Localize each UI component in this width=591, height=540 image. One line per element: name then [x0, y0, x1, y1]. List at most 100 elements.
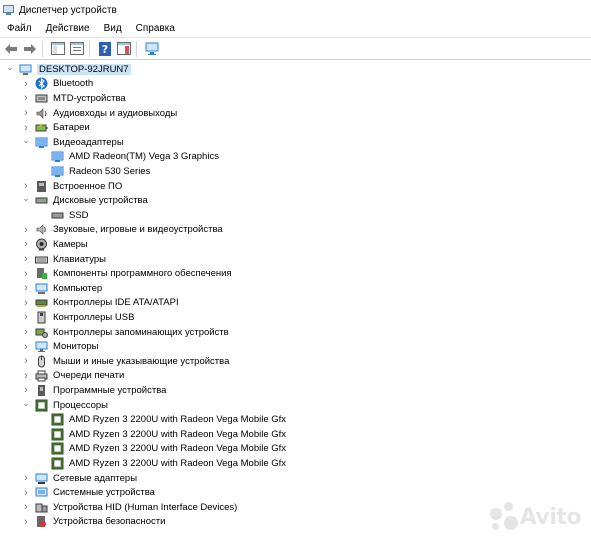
battery-icon: [35, 121, 48, 134]
chevron-right-icon[interactable]: ›: [22, 78, 30, 90]
chevron-right-icon[interactable]: ›: [22, 311, 30, 323]
chevron-down-icon[interactable]: ⌄: [6, 62, 14, 72]
back-button[interactable]: [3, 41, 19, 57]
tree-category-node[interactable]: ⌄ Процессоры: [22, 398, 108, 413]
tree-category-node[interactable]: › Компоненты программного обеспечения: [22, 266, 232, 281]
chevron-down-icon[interactable]: ⌄: [22, 398, 30, 408]
tree-category-node[interactable]: › Звуковые, игровые и видеоустройства: [22, 223, 223, 238]
toolbar-separator: [42, 40, 43, 57]
menu-help[interactable]: Справка: [129, 20, 182, 37]
tree-node-label: Компоненты программного обеспечения: [53, 268, 232, 280]
chevron-right-icon[interactable]: ›: [22, 180, 30, 192]
tree-category-node[interactable]: › Клавиатуры: [22, 252, 106, 267]
tree-node-label: Очереди печати: [53, 370, 125, 382]
tree-category-node[interactable]: › Мониторы: [22, 339, 98, 354]
tree-device-node[interactable]: AMD Radeon(TM) Vega 3 Graphics: [38, 150, 219, 165]
tree-device-node[interactable]: AMD Ryzen 3 2200U with Radeon Vega Mobil…: [38, 412, 286, 427]
tree-device-node[interactable]: AMD Ryzen 3 2200U with Radeon Vega Mobil…: [38, 442, 286, 457]
action-pane-button[interactable]: [116, 41, 132, 57]
monitor-icon: [35, 340, 48, 353]
storage-controller-icon: [35, 326, 48, 339]
chevron-right-icon[interactable]: ›: [22, 370, 30, 382]
tree-node-label: Камеры: [53, 238, 88, 250]
chevron-right-icon[interactable]: ›: [22, 487, 30, 499]
properties-button[interactable]: [69, 41, 85, 57]
security-device-icon: [35, 515, 48, 528]
tree-category-node[interactable]: › Контроллеры USB: [22, 310, 134, 325]
keyboard-icon: [35, 253, 48, 266]
tree-node-label: Контроллеры IDE ATA/ATAPI: [53, 297, 179, 309]
chevron-right-icon[interactable]: ›: [22, 268, 30, 280]
tree-category-node[interactable]: › Аудиовходы и аудиовыходы: [22, 106, 177, 121]
tree-device-node[interactable]: SSD: [38, 208, 89, 223]
tree-category-node[interactable]: › Очереди печати: [22, 369, 124, 384]
chevron-right-icon[interactable]: ›: [22, 253, 30, 265]
menu-action[interactable]: Действие: [39, 20, 97, 37]
chevron-right-icon[interactable]: ›: [22, 282, 30, 294]
chevron-down-icon[interactable]: ⌄: [22, 135, 30, 145]
tree-node-label: MTD-устройства: [53, 92, 126, 104]
help-button[interactable]: ?: [97, 41, 113, 57]
chevron-right-icon[interactable]: ›: [22, 107, 30, 119]
tree-node-label: AMD Radeon(TM) Vega 3 Graphics: [69, 151, 219, 163]
menu-view[interactable]: Вид: [97, 20, 129, 37]
chevron-right-icon[interactable]: ›: [22, 472, 30, 484]
chevron-down-icon[interactable]: ⌄: [22, 193, 30, 203]
tree-category-node[interactable]: ⌄ Видеоадаптеры: [22, 135, 124, 150]
tree-category-node[interactable]: › Батареи: [22, 120, 90, 135]
chevron-right-icon[interactable]: ›: [22, 341, 30, 353]
chevron-right-icon[interactable]: ›: [22, 92, 30, 104]
tree-node-label: Видеоадаптеры: [53, 136, 124, 148]
audio-icon: [35, 107, 48, 120]
software-component-icon: [35, 267, 48, 280]
tree-device-node[interactable]: Radeon 530 Series: [38, 164, 150, 179]
chevron-right-icon[interactable]: ›: [22, 297, 30, 309]
tree-node-label: Клавиатуры: [53, 253, 107, 265]
scan-hardware-button[interactable]: [144, 41, 160, 57]
usb-icon: [35, 311, 48, 324]
tree-category-node[interactable]: › Компьютер: [22, 281, 102, 296]
mouse-icon: [35, 355, 48, 368]
tree-category-node[interactable]: › Контроллеры IDE ATA/ATAPI: [22, 296, 179, 311]
tree-node-label: Контроллеры запоминающих устройств: [53, 326, 229, 338]
chevron-right-icon[interactable]: ›: [22, 238, 30, 250]
tree-category-node[interactable]: › Устройства HID (Human Interface Devices…: [22, 500, 237, 515]
chevron-right-icon[interactable]: ›: [22, 501, 30, 513]
console-tree-icon: [51, 42, 65, 55]
tree-category-node[interactable]: › MTD-устройства: [22, 91, 126, 106]
firmware-icon: [35, 180, 48, 193]
tree-node-label: Контроллеры USB: [53, 311, 135, 323]
processor-icon: [51, 442, 64, 455]
tree-device-node[interactable]: AMD Ryzen 3 2200U with Radeon Vega Mobil…: [38, 456, 286, 471]
chevron-right-icon[interactable]: ›: [22, 384, 30, 396]
chevron-right-icon[interactable]: ›: [22, 122, 30, 134]
computer-root-icon: [19, 63, 32, 76]
tree-category-node[interactable]: › Контроллеры запоминающих устройств: [22, 325, 229, 340]
tree-node-label: DESKTOP-92JRUN7: [37, 63, 131, 75]
menu-file[interactable]: Файл: [0, 20, 39, 37]
tree-category-node[interactable]: › Мыши и иные указывающие устройства: [22, 354, 229, 369]
tree-node-label: Батареи: [53, 122, 90, 134]
computer-icon: [35, 282, 48, 295]
chevron-right-icon[interactable]: ›: [22, 355, 30, 367]
chevron-right-icon[interactable]: ›: [22, 326, 30, 338]
tree-category-node[interactable]: › Сетевые адаптеры: [22, 471, 137, 486]
tree-category-node[interactable]: › Bluetooth: [22, 77, 93, 92]
tree-category-node[interactable]: ⌄ Дисковые устройства: [22, 193, 148, 208]
tree-category-node[interactable]: › Встроенное ПО: [22, 179, 122, 194]
tree-device-node[interactable]: AMD Ryzen 3 2200U with Radeon Vega Mobil…: [38, 427, 286, 442]
tree-node-label: Аудиовходы и аудиовыходы: [53, 107, 178, 119]
chevron-right-icon[interactable]: ›: [22, 516, 30, 528]
tree-node-label: SSD: [69, 209, 89, 221]
tree-root-node[interactable]: ⌄ DESKTOP-92JRUN7: [6, 62, 131, 77]
tree-category-node[interactable]: › Системные устройства: [22, 485, 155, 500]
tree-category-node[interactable]: › Программные устройства: [22, 383, 166, 398]
tree-category-node[interactable]: › Устройства безопасности: [22, 515, 165, 530]
forward-button[interactable]: [22, 41, 38, 57]
chevron-right-icon[interactable]: ›: [22, 224, 30, 236]
show-hide-console-tree-button[interactable]: [50, 41, 66, 57]
tree-category-node[interactable]: › Камеры: [22, 237, 88, 252]
properties-icon: [70, 42, 84, 55]
processor-icon: [51, 428, 64, 441]
